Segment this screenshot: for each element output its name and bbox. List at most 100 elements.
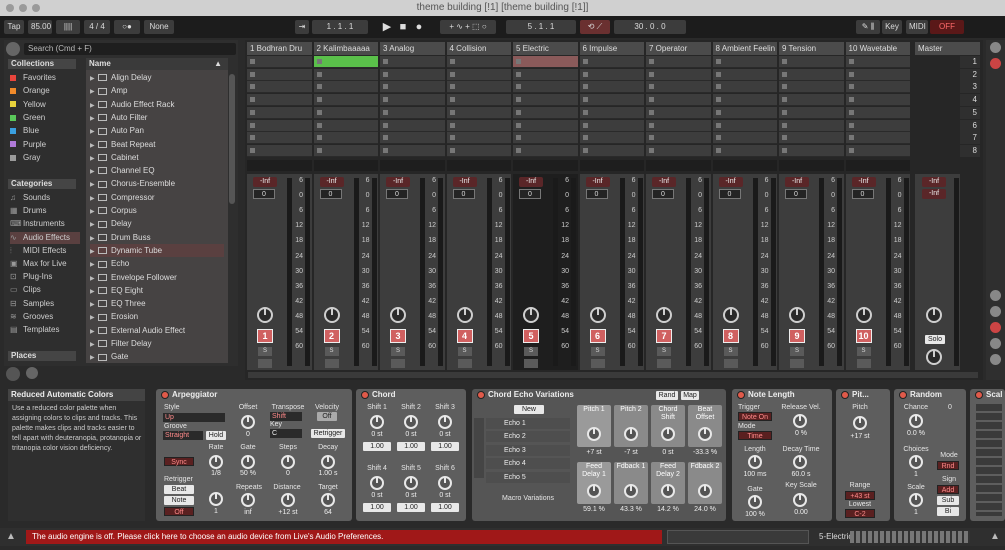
clip-slot[interactable] xyxy=(712,132,777,145)
stop-clips-button[interactable] xyxy=(380,160,445,171)
clip-slot[interactable] xyxy=(513,68,578,81)
macro-knob[interactable] xyxy=(624,427,638,441)
release-vel-knob[interactable] xyxy=(793,414,807,428)
variation-tools[interactable] xyxy=(474,418,484,478)
trigger-dropdown[interactable]: Note On xyxy=(738,412,772,421)
browser-item[interactable]: ▶ Erosion xyxy=(90,310,224,323)
variation-item[interactable]: Echo 3 xyxy=(486,444,570,456)
send-knob[interactable] xyxy=(390,307,406,323)
mode-button[interactable]: Rnd xyxy=(937,461,959,470)
crossfade-icon[interactable] xyxy=(990,322,1001,333)
clip-slot[interactable] xyxy=(646,68,711,81)
tap-button[interactable]: Tap xyxy=(4,20,24,34)
clip-slot[interactable] xyxy=(646,94,711,107)
clip-slot[interactable] xyxy=(313,144,378,157)
clip-slot[interactable] xyxy=(247,94,312,107)
clip-slot[interactable] xyxy=(779,119,844,132)
track-header[interactable]: 10 Wavetable xyxy=(845,42,910,55)
macro-knob[interactable] xyxy=(587,427,601,441)
metronome-button[interactable]: ○● xyxy=(114,20,140,34)
solo-button[interactable]: S xyxy=(258,347,272,356)
clip-slot[interactable] xyxy=(845,68,910,81)
volume-display[interactable]: -Inf xyxy=(253,177,277,187)
power-icon[interactable] xyxy=(899,391,907,399)
clip-slot[interactable] xyxy=(247,132,312,145)
repeats-num-knob[interactable] xyxy=(209,492,223,506)
track-header[interactable]: 8 Ambient Feelin xyxy=(712,42,777,55)
clip-slot[interactable] xyxy=(845,94,910,107)
stop-icon[interactable]: ■ xyxy=(396,20,410,34)
target-knob[interactable] xyxy=(321,493,335,507)
collection-gray[interactable]: Gray xyxy=(10,152,80,164)
chord-shift-knob[interactable] xyxy=(404,415,418,429)
chord-shift-knob[interactable] xyxy=(438,476,452,490)
clip-slot[interactable] xyxy=(579,144,644,157)
master-track-header[interactable]: Master xyxy=(915,42,980,55)
clip-slot[interactable] xyxy=(579,119,644,132)
clip-slot[interactable] xyxy=(779,94,844,107)
triangle-icon[interactable]: ▲ xyxy=(990,531,1002,544)
stop-clips-button[interactable] xyxy=(646,160,711,171)
track-header[interactable]: 5 Electric xyxy=(513,42,578,55)
pitch-knob[interactable] xyxy=(853,416,867,430)
map-button[interactable]: Map xyxy=(681,391,699,400)
key-map-button[interactable]: Key xyxy=(882,20,902,34)
category-templates[interactable]: ▤ Templates xyxy=(10,324,80,336)
browser-item[interactable]: ▶ Envelope Follower xyxy=(90,271,224,284)
loop-length-field[interactable]: 30 . 0 . 0 xyxy=(614,20,686,34)
gear-icon[interactable] xyxy=(26,367,38,379)
collection-green[interactable]: Green xyxy=(10,112,80,124)
rate-knob[interactable] xyxy=(209,455,223,469)
arm-button[interactable] xyxy=(723,359,738,368)
volume-display[interactable]: -Inf xyxy=(519,177,543,187)
decay-time-knob[interactable] xyxy=(793,455,807,469)
collection-orange[interactable]: Orange xyxy=(10,85,80,97)
send-knob[interactable] xyxy=(523,307,539,323)
variation-item[interactable]: Echo 1 xyxy=(486,418,570,429)
solo-button[interactable]: S xyxy=(723,347,738,356)
rail-icon[interactable] xyxy=(990,42,1001,53)
scene-launch[interactable]: 7 xyxy=(960,132,980,145)
collection-favorites[interactable]: Favorites xyxy=(10,72,80,84)
browser-item[interactable]: ▶ EQ Three xyxy=(90,297,224,310)
groove-dropdown[interactable]: Straight xyxy=(163,431,203,440)
close-window-button[interactable] xyxy=(6,4,14,12)
gate-knob[interactable] xyxy=(748,495,762,509)
retrigger-beat-button[interactable]: Beat xyxy=(164,485,194,494)
variation-item[interactable]: Echo 4 xyxy=(486,458,570,470)
clip-slot[interactable] xyxy=(779,132,844,145)
track-header[interactable]: 4 Collision xyxy=(446,42,511,55)
variation-item[interactable]: Echo 2 xyxy=(486,431,570,443)
track-activator-button[interactable]: 8 xyxy=(722,329,739,343)
send-knob[interactable] xyxy=(656,307,672,323)
length-knob[interactable] xyxy=(748,455,762,469)
clip-slot[interactable] xyxy=(513,81,578,94)
return-icon[interactable] xyxy=(990,338,1001,349)
pitch-title[interactable]: Pit... xyxy=(838,389,876,401)
clip-slot[interactable] xyxy=(513,56,578,68)
clip-slot[interactable] xyxy=(380,132,445,145)
category-max-for-live[interactable]: ▣ Max for Live xyxy=(10,258,80,270)
name-column-header[interactable]: Name ▲ xyxy=(86,58,228,70)
chord-velocity-field[interactable]: 1.00 xyxy=(431,442,459,451)
pan-display[interactable]: 0 xyxy=(785,189,807,199)
mode-dropdown[interactable]: Time xyxy=(738,431,772,440)
clip-slot[interactable] xyxy=(646,81,711,94)
clip-slot[interactable] xyxy=(313,132,378,145)
mixer-icon[interactable] xyxy=(990,354,1001,365)
category-sounds[interactable]: ♫ Sounds xyxy=(10,192,80,204)
volume-display[interactable]: -Inf xyxy=(785,177,809,187)
loop-switch-icon[interactable]: ⟲ ⟋ xyxy=(580,20,610,34)
scale-knob[interactable] xyxy=(909,493,923,507)
pan-display[interactable]: 0 xyxy=(718,189,741,199)
lowest-field[interactable]: C-2 xyxy=(845,509,875,518)
track-header[interactable]: 2 Kalimbaaaaa xyxy=(313,42,378,55)
clip-slot[interactable] xyxy=(313,68,378,81)
clip-slot[interactable] xyxy=(712,94,777,107)
track-activator-button[interactable]: 2 xyxy=(323,329,340,343)
send-knob[interactable] xyxy=(789,307,805,323)
steps-knob[interactable] xyxy=(281,455,295,469)
gate-knob[interactable] xyxy=(241,455,255,469)
clip-slot[interactable] xyxy=(380,94,445,107)
browser-item[interactable]: ▶ Dynamic Tube xyxy=(90,243,224,257)
